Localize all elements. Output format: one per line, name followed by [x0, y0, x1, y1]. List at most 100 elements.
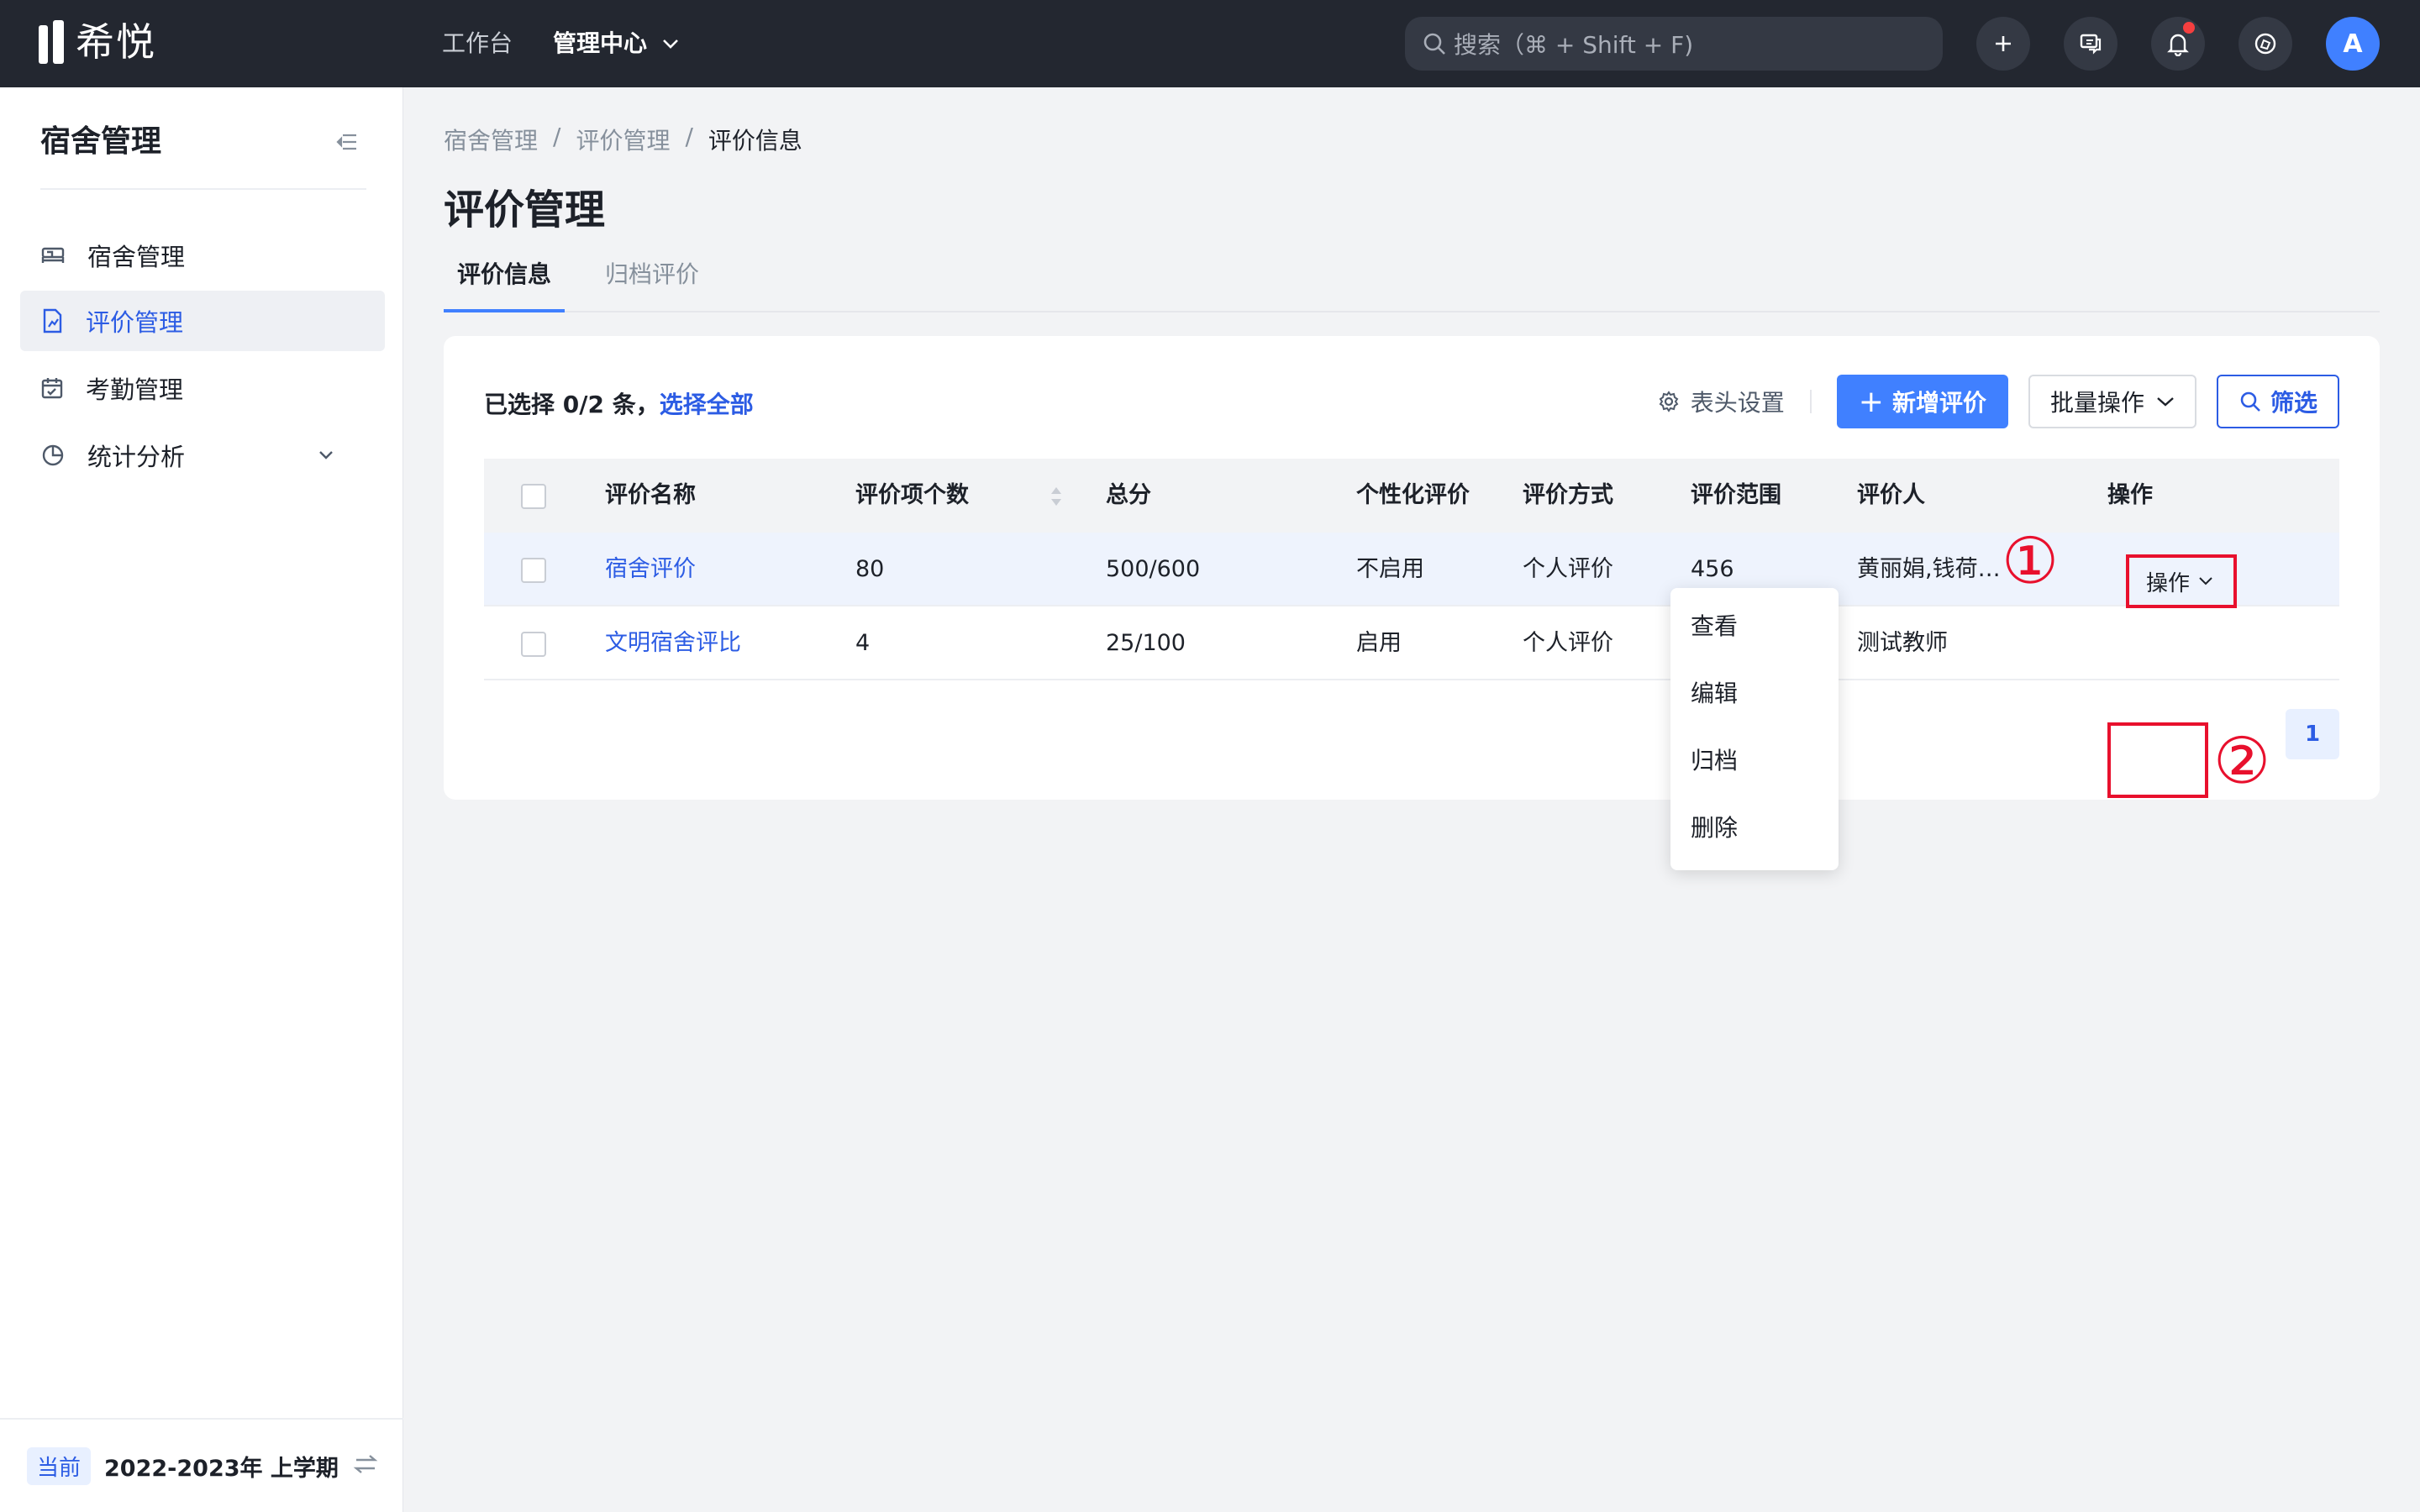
- total-score: 500/600: [1106, 556, 1201, 582]
- gear-icon: [1659, 391, 1679, 412]
- chart-document-icon: [43, 308, 62, 333]
- search-icon: [2240, 391, 2260, 412]
- add-evaluation-button[interactable]: + 新增评价: [1836, 375, 2008, 428]
- evaluation-mode: 个人评价: [1523, 556, 1613, 582]
- evaluation-name-link[interactable]: 宿舍评价: [605, 533, 696, 606]
- top-bar: 希悦 工作台 管理中心 搜索（⌘ + Shift + F) A: [0, 0, 2420, 87]
- selection-info: 已选择 0/2 条，选择全部: [484, 386, 754, 420]
- chat-icon: [2080, 34, 2102, 55]
- menu-item-edit[interactable]: 编辑: [1691, 677, 1738, 711]
- evaluator: 测试教师: [1857, 630, 1948, 656]
- column-header: 评价范围: [1691, 482, 1781, 508]
- term-switcher: 当前 2022-2023年 上学期: [0, 1418, 403, 1512]
- sidebar-item-dorm[interactable]: 宿舍管理: [20, 225, 385, 286]
- pagination-page-current[interactable]: 1: [2286, 709, 2339, 759]
- toolbar-divider: [1809, 390, 1812, 413]
- table-row: 宿舍评价 80 500/600 不启用 个人评价 456 黄丽娟,钱荷… 操作: [484, 533, 2339, 608]
- search-icon: [1423, 33, 1445, 55]
- swap-icon[interactable]: [353, 1453, 378, 1475]
- total-score: 25/100: [1106, 630, 1186, 656]
- evaluation-mode: 个人评价: [1523, 630, 1613, 656]
- item-count: 4: [855, 630, 871, 656]
- breadcrumb-separator: /: [685, 123, 693, 150]
- table-header: 评价名称 评价项个数 总分 个性化评价 评价方式 评价范围 评价人 操作: [484, 459, 2339, 533]
- plus-icon: [1996, 36, 2011, 51]
- pie-chart-icon: [42, 444, 64, 466]
- select-all-link[interactable]: 选择全部: [660, 391, 754, 418]
- step-annotation-2: ②: [2213, 723, 2271, 798]
- column-header: 操作: [2107, 482, 2153, 508]
- breadcrumb-item[interactable]: 宿舍管理: [444, 123, 538, 156]
- row-action-menu: 查看 编辑 归档 删除: [1670, 588, 1839, 870]
- table-row: 文明宿舍评比 4 25/100 启用 个人评价 2 测试教师: [484, 606, 2339, 680]
- breadcrumb: 宿舍管理 / 评价管理 / 评价信息: [444, 123, 802, 156]
- breadcrumb-current: 评价信息: [708, 127, 802, 155]
- messages-button[interactable]: [2064, 17, 2118, 71]
- tab-bar: 评价信息 归档评价: [444, 254, 2380, 312]
- select-all-checkbox[interactable]: [521, 484, 546, 509]
- evaluator: 黄丽娟,钱荷…: [1857, 556, 2001, 582]
- chevron-down-icon: [2157, 397, 2174, 407]
- search-placeholder: 搜索（⌘ + Shift + F): [1454, 31, 1694, 59]
- column-header-sortable[interactable]: 评价项个数: [855, 459, 969, 533]
- compass-icon: [2254, 33, 2276, 55]
- app-switch-button[interactable]: [2238, 17, 2292, 71]
- row-action-dropdown-button[interactable]: 操作: [2126, 554, 2237, 608]
- add-button[interactable]: [1976, 17, 2030, 71]
- chevron-down-icon: [319, 451, 333, 459]
- nav-item-admin-center-label: 管理中心: [553, 29, 648, 57]
- logo-text: 希悦: [76, 19, 156, 65]
- filter-label: 筛选: [2270, 389, 2317, 417]
- step-annotation-1: ①: [2002, 523, 2060, 598]
- logo-mark-icon: [39, 20, 67, 64]
- menu-item-archive[interactable]: 归档: [1691, 744, 1738, 778]
- nav-item-admin-center[interactable]: 管理中心: [553, 27, 679, 60]
- row-checkbox[interactable]: [521, 632, 546, 657]
- sidebar-item-label: 评价管理: [86, 308, 184, 337]
- header-settings-button[interactable]: 表头设置: [1657, 385, 1785, 418]
- selection-count: 已选择 0/2 条，: [484, 391, 660, 418]
- bed-icon: [41, 247, 65, 263]
- global-search-input[interactable]: 搜索（⌘ + Shift + F): [1405, 17, 1943, 71]
- column-header-label: 评价项个数: [855, 482, 969, 508]
- collapse-menu-icon[interactable]: [336, 133, 358, 151]
- avatar[interactable]: A: [2326, 17, 2380, 71]
- sidebar-item-statistics[interactable]: 统计分析: [20, 425, 385, 486]
- tab-evaluation-info[interactable]: 评价信息: [444, 254, 566, 312]
- sidebar-item-attendance[interactable]: 考勤管理: [20, 358, 385, 418]
- column-header: 评价方式: [1523, 482, 1613, 508]
- sidebar-item-label: 考勤管理: [86, 375, 184, 404]
- sidebar-item-label: 统计分析: [87, 443, 186, 471]
- column-header: 评价人: [1857, 482, 1925, 508]
- item-count: 80: [855, 556, 885, 582]
- chevron-down-icon: [663, 39, 678, 49]
- chevron-down-icon: [2199, 577, 2212, 585]
- column-header: 个性化评价: [1356, 482, 1470, 508]
- nav-item-workbench[interactable]: 工作台: [442, 27, 513, 60]
- archive-highlight-box: [2107, 722, 2208, 798]
- filter-button[interactable]: 筛选: [2216, 375, 2339, 428]
- current-badge: 当前: [27, 1446, 92, 1485]
- batch-operation-label: 批量操作: [2049, 389, 2144, 417]
- evaluation-name-link[interactable]: 文明宿舍评比: [605, 606, 741, 680]
- row-action-label: 操作: [2146, 570, 2191, 596]
- notification-dot: [2183, 22, 2195, 34]
- plus-icon: +: [1858, 384, 1884, 419]
- logo[interactable]: 希悦: [39, 20, 156, 64]
- sidebar-title: 宿舍管理: [40, 124, 162, 159]
- term-label: 2022-2023年 上学期: [104, 1455, 339, 1482]
- sidebar-header: 宿舍管理: [40, 121, 366, 190]
- column-header: 总分: [1106, 482, 1151, 508]
- sort-icon[interactable]: [1049, 484, 1064, 509]
- menu-item-view[interactable]: 查看: [1691, 610, 1738, 643]
- personalized-evaluation: 启用: [1356, 630, 1402, 656]
- tab-archived-evaluations[interactable]: 归档评价: [605, 254, 699, 312]
- menu-item-delete[interactable]: 删除: [1691, 811, 1738, 845]
- breadcrumb-item[interactable]: 评价管理: [576, 123, 670, 156]
- bell-icon: [2167, 34, 2189, 56]
- sidebar-item-evaluation[interactable]: 评价管理: [20, 291, 385, 351]
- notifications-button[interactable]: [2151, 17, 2205, 71]
- top-nav: 工作台 管理中心: [442, 27, 719, 60]
- batch-operation-button[interactable]: 批量操作: [2028, 375, 2196, 428]
- row-checkbox[interactable]: [521, 558, 546, 583]
